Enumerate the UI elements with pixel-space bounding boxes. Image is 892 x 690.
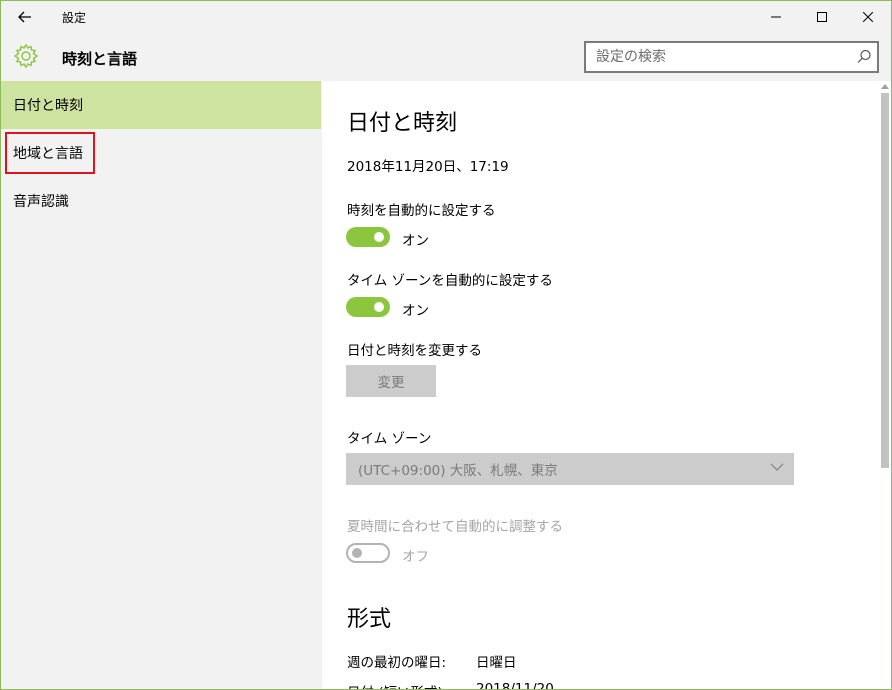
auto-time-state: オン <box>402 233 429 249</box>
dst-label: 夏時間に合わせて自動的に調整する <box>347 519 563 535</box>
dst-state: オフ <box>402 549 429 565</box>
scroll-thumb[interactable] <box>881 93 889 468</box>
close-icon <box>863 12 873 22</box>
maximize-button[interactable] <box>799 1 845 33</box>
minimize-icon <box>771 16 781 18</box>
dst-toggle[interactable] <box>346 543 390 563</box>
maximize-icon <box>817 12 827 22</box>
change-datetime-label: 日付と時刻を変更する <box>347 343 482 359</box>
settings-window: 設定 時刻と言語 設定の検索 日付と時刻 地域と言語 音声認識 日付と時刻 20… <box>0 0 892 690</box>
scrollbar[interactable] <box>879 81 891 689</box>
timezone-value: (UTC+09:00) 大阪、札幌、東京 <box>358 463 558 479</box>
minimize-button[interactable] <box>753 1 799 33</box>
current-datetime: 2018年11月20日、17:19 <box>347 159 509 175</box>
search-input[interactable] <box>586 43 846 71</box>
content-pane: 日付と時刻 2018年11月20日、17:19 時刻を自動的に設定する オン タ… <box>322 81 879 690</box>
first-day-value: 日曜日 <box>476 655 517 671</box>
first-day-label: 週の最初の曜日: <box>347 655 447 671</box>
short-date-label: 日付 (短い形式): <box>347 681 447 689</box>
search-box[interactable] <box>584 41 879 73</box>
sidebar-item-label: 日付と時刻 <box>13 98 83 114</box>
scroll-up-icon <box>881 83 889 89</box>
sidebar: 日付と時刻 地域と言語 音声認識 <box>1 81 321 689</box>
scroll-up-button[interactable] <box>879 81 891 91</box>
back-arrow-icon <box>18 11 31 23</box>
sidebar-item-label: 音声認識 <box>13 194 69 210</box>
sidebar-item-region-language[interactable]: 地域と言語 <box>1 129 321 177</box>
short-date-value: 2018/11/20 <box>476 681 554 690</box>
app-title: 設定 <box>62 11 87 25</box>
page-header: 時刻と言語 <box>1 33 891 81</box>
auto-time-label: 時刻を自動的に設定する <box>347 203 496 219</box>
auto-timezone-state: オン <box>402 303 429 319</box>
format-title: 形式 <box>347 607 392 632</box>
gear-icon <box>13 43 39 69</box>
close-button[interactable] <box>845 1 891 33</box>
sidebar-item-label: 地域と言語 <box>5 132 95 174</box>
auto-time-toggle[interactable] <box>346 227 390 247</box>
auto-timezone-label: タイム ゾーンを自動的に設定する <box>347 273 553 289</box>
search-icon[interactable] <box>855 48 873 66</box>
change-button[interactable]: 変更 <box>346 365 436 397</box>
sidebar-item-date-time[interactable]: 日付と時刻 <box>1 81 321 129</box>
auto-timezone-toggle[interactable] <box>346 297 390 317</box>
page-title: 日付と時刻 <box>347 111 458 136</box>
title-bar: 設定 <box>1 1 891 33</box>
sidebar-item-speech[interactable]: 音声認識 <box>1 177 321 225</box>
back-button[interactable] <box>7 3 43 31</box>
section-title: 時刻と言語 <box>62 50 138 68</box>
timezone-select[interactable]: (UTC+09:00) 大阪、札幌、東京 <box>346 453 794 485</box>
chevron-down-icon <box>770 463 784 471</box>
timezone-label: タイム ゾーン <box>347 431 432 447</box>
